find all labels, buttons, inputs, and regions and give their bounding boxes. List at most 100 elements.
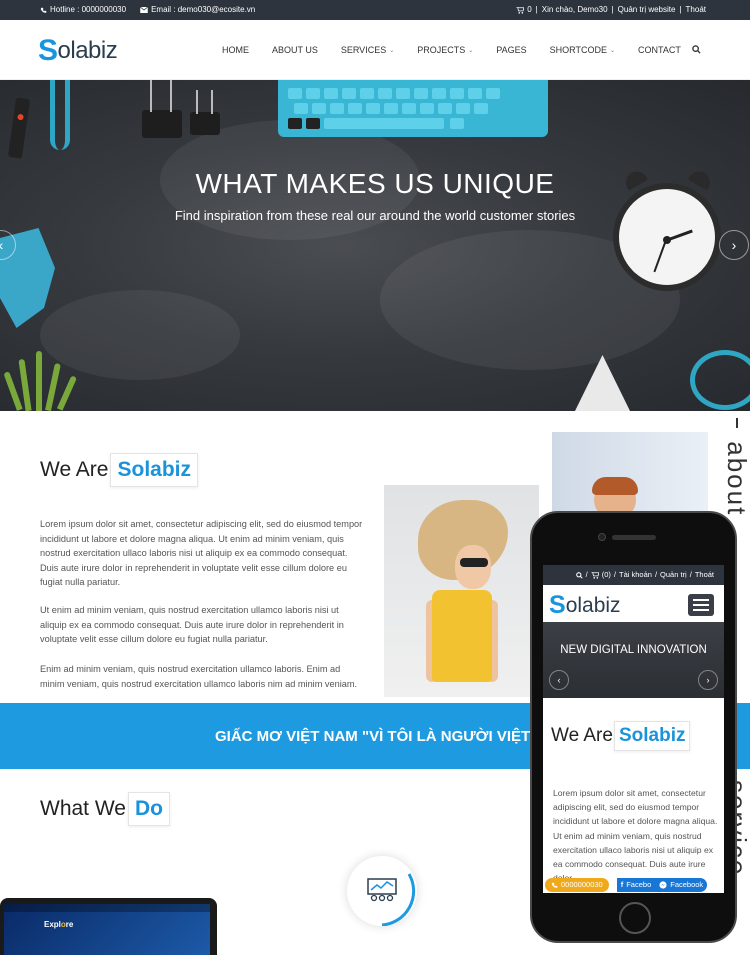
cart-link[interactable]: 0 bbox=[516, 0, 532, 20]
services-title: What We Do bbox=[40, 792, 170, 826]
phone-home-button[interactable] bbox=[619, 902, 651, 934]
cart-icon[interactable] bbox=[590, 572, 599, 579]
search-icon[interactable] bbox=[692, 45, 701, 54]
nav-services[interactable]: Services ⌄ bbox=[341, 45, 394, 55]
about-paragraph: Lorem ipsum dolor sit amet, consectetur … bbox=[40, 519, 363, 587]
separator: / bbox=[613, 570, 616, 579]
phone-logo-mark: S bbox=[549, 591, 566, 619]
phone-screen: / (0) / Tài khoản / Quản trị / Thoát S o… bbox=[543, 565, 724, 893]
about-title: We Are Solabiz bbox=[40, 453, 198, 487]
greeting-link[interactable]: Xin chào, Demo30 bbox=[542, 0, 608, 20]
grass-image bbox=[56, 375, 78, 411]
logo-mark: S bbox=[38, 34, 58, 67]
nav-pages[interactable]: Pages bbox=[496, 45, 526, 55]
logo-text: olabiz bbox=[57, 37, 118, 64]
phone-logo[interactable]: S olabiz bbox=[549, 591, 621, 620]
separator: / bbox=[654, 570, 658, 579]
phone-account-link[interactable]: Tài khoản bbox=[619, 565, 652, 585]
phone-paragraph: Lorem ipsum dolor sit amet, consectetur … bbox=[553, 788, 718, 883]
chevron-down-icon: ⌄ bbox=[389, 47, 395, 54]
explore-text: re bbox=[65, 920, 74, 929]
laptop-screen: Explore bbox=[4, 904, 210, 955]
hotline[interactable]: Hotline : 0000000030 bbox=[40, 0, 126, 20]
site-logo[interactable]: S olabiz bbox=[38, 34, 118, 67]
laptop-screen-bar bbox=[4, 904, 210, 912]
phone-mockup: / (0) / Tài khoản / Quản trị / Thoát S o… bbox=[530, 511, 737, 943]
usb-drive-image bbox=[7, 97, 31, 159]
phone-icon bbox=[40, 7, 47, 13]
phone-call-button[interactable]: 0000000030 bbox=[545, 878, 609, 892]
hamburger-menu-button[interactable] bbox=[688, 594, 714, 616]
laptop-mockup: Explore bbox=[0, 898, 217, 955]
envelope-icon bbox=[140, 7, 149, 13]
phone-call-text: 0000000030 bbox=[561, 880, 603, 889]
laptop-explore-logo: Explore bbox=[44, 920, 73, 929]
facebook-button[interactable]: f Facebo bbox=[616, 878, 656, 892]
search-icon[interactable] bbox=[575, 572, 583, 579]
separator: | bbox=[611, 5, 614, 14]
girl-shirt bbox=[432, 590, 492, 682]
lanyard-image bbox=[50, 80, 70, 150]
cart-icon bbox=[516, 6, 525, 14]
nav-about-label: About us bbox=[272, 45, 318, 55]
phone-camera bbox=[598, 533, 606, 541]
messenger-button[interactable]: Facebook bbox=[655, 878, 708, 892]
phone-next-button[interactable]: › bbox=[698, 670, 718, 690]
next-slide-button[interactable]: › bbox=[719, 230, 749, 260]
email-text: Email : demo030@ecosite.vn bbox=[151, 5, 256, 14]
phone-logo-text: olabiz bbox=[565, 593, 621, 617]
hotline-text: Hotline : 0000000030 bbox=[50, 5, 127, 14]
facebook-icon: f bbox=[620, 880, 624, 889]
nav-shortcode[interactable]: Shortcode ⌄ bbox=[550, 45, 615, 55]
nav-contact[interactable]: Contact bbox=[638, 45, 681, 55]
phone-topbar: / (0) / Tài khoản / Quản trị / Thoát bbox=[543, 565, 724, 585]
facebook-text: Facebo bbox=[626, 880, 652, 889]
services-title-plain: What We bbox=[40, 797, 126, 820]
phone-about-title: We Are Solabiz bbox=[551, 721, 691, 751]
nav-shortcode-label: Shortcode bbox=[549, 45, 607, 55]
cable-image bbox=[690, 350, 750, 410]
chevron-down-icon: ⌄ bbox=[609, 47, 616, 54]
grass-image bbox=[36, 351, 42, 411]
chalk-smudge bbox=[40, 290, 240, 380]
logout-link[interactable]: Thoát bbox=[686, 0, 706, 20]
messenger-text: Facebook bbox=[670, 880, 704, 889]
separator: | bbox=[535, 5, 538, 14]
about-vertical-text: about bbox=[722, 441, 750, 517]
nav-projects[interactable]: Projects ⌄ bbox=[417, 45, 473, 55]
messenger-icon bbox=[659, 881, 667, 889]
nav-projects-label: Projects bbox=[417, 45, 466, 55]
about-paragraph: Ut enim ad minim veniam, quis nostrud ex… bbox=[40, 605, 344, 644]
top-bar: Hotline : 0000000030 Email : demo030@eco… bbox=[0, 0, 750, 20]
grass-image bbox=[3, 371, 23, 411]
chevron-right-icon: › bbox=[706, 675, 710, 685]
separator: / bbox=[585, 570, 588, 579]
man-hair bbox=[592, 477, 638, 495]
phone-title-plain: We Are bbox=[551, 725, 613, 746]
progress-arc bbox=[381, 873, 416, 926]
girl-face bbox=[455, 545, 491, 589]
hero-title: WHAT MAKES US UNIQUE bbox=[195, 168, 555, 199]
email[interactable]: Email : demo030@ecosite.vn bbox=[140, 0, 255, 20]
dash-line bbox=[736, 418, 738, 428]
hero-subtitle: Find inspiration from these real our aro… bbox=[174, 208, 576, 223]
phone-hero-title: NEW DIGITAL INNOVATION bbox=[560, 644, 707, 656]
phone-speaker bbox=[612, 535, 656, 540]
site-header: S olabiz Home About us Services ⌄ Project… bbox=[0, 20, 750, 80]
about-title-plain: We Are bbox=[40, 458, 109, 481]
about-title-highlight: Solabiz bbox=[110, 453, 198, 487]
phone-cart-count: (0) bbox=[601, 570, 611, 579]
chevron-down-icon: ⌄ bbox=[468, 47, 474, 54]
phone-logout-link[interactable]: Thoát bbox=[695, 565, 714, 585]
admin-link[interactable]: Quản trị website bbox=[618, 0, 676, 20]
chevron-left-icon: ‹ bbox=[0, 237, 3, 253]
nav-home[interactable]: Home bbox=[222, 45, 249, 55]
banner-text: GIẤC MƠ VIỆT NAM "VÌ TÔI LÀ NGƯỜI VIỆT" bbox=[215, 728, 538, 745]
binder-clip-image bbox=[142, 80, 182, 138]
phone-admin-link[interactable]: Quản trị bbox=[660, 565, 687, 585]
phone-contact-bar: 0000000030 f Facebo Facebook bbox=[543, 877, 724, 893]
phone-prev-button[interactable]: ‹ bbox=[549, 670, 569, 690]
nav-about[interactable]: About us bbox=[272, 45, 318, 55]
nav-home-label: Home bbox=[222, 45, 249, 55]
phone-title-highlight: Solabiz bbox=[613, 721, 691, 751]
